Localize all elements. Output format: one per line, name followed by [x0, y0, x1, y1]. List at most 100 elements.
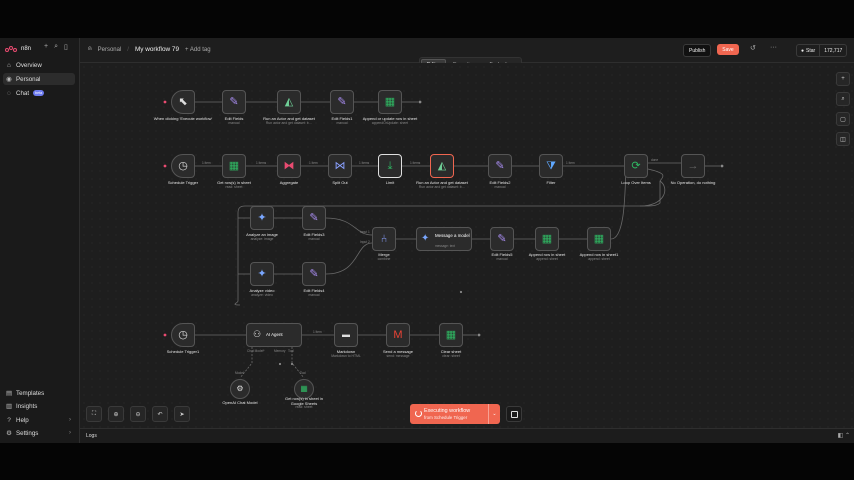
stop-execution-button[interactable]: [506, 406, 522, 422]
layout-icon[interactable]: ▯: [64, 43, 68, 51]
sidebar-item-personal[interactable]: ◉ Personal: [3, 73, 75, 85]
pencil-icon: ✎: [337, 95, 347, 108]
history-icon[interactable]: ↺: [750, 44, 756, 52]
loop-icon: ⟳: [631, 159, 641, 172]
node-append-row-sheet1[interactable]: ▦: [587, 227, 611, 251]
node-run-actor-1[interactable]: ◭: [277, 90, 301, 114]
node-append-row-top[interactable]: ▦: [378, 90, 402, 114]
chevron-up-icon[interactable]: ⌃: [845, 433, 850, 439]
fit-view-button[interactable]: ⛶: [86, 406, 102, 422]
breadcrumb-separator: /: [127, 46, 129, 53]
node-analyze-image[interactable]: ✦: [250, 206, 274, 230]
zoom-in-button[interactable]: ⊕: [108, 406, 124, 422]
node-ai-agent[interactable]: ⚇ AI Agent: [246, 323, 302, 347]
node-subtitle: manual: [308, 292, 320, 297]
node-markdown[interactable]: ▬: [334, 323, 358, 347]
node-merge[interactable]: ⑃: [372, 227, 396, 251]
cursor-icon: ➤: [179, 411, 185, 418]
port-dot: [418, 100, 422, 104]
sheets-icon: ▦: [228, 159, 240, 172]
execution-subtitle: from Schedule Trigger: [424, 415, 468, 420]
sidebar-item-overview[interactable]: ⌂ Overview: [3, 59, 75, 71]
help-icon: ?: [7, 416, 11, 424]
executing-workflow-button[interactable]: Executing workflow from Schedule Trigger…: [410, 404, 500, 424]
search-icon[interactable]: ⌕: [54, 43, 58, 51]
clock-icon: ◷: [178, 159, 188, 172]
stop-icon: [510, 410, 518, 418]
sidebar-item-label: Personal: [16, 75, 41, 83]
node-no-operation[interactable]: →: [681, 154, 705, 178]
node-title: Message a model: [435, 233, 470, 238]
node-loop-over-items[interactable]: ⟳: [624, 154, 648, 178]
workflow-canvas[interactable]: ⬉ When clicking 'Execute workflow' ✎ Edi…: [80, 63, 854, 428]
pencil-icon: ✎: [495, 159, 505, 172]
node-get-rows[interactable]: ▦: [222, 154, 246, 178]
sidebar-item-insights[interactable]: ▥ Insights: [3, 400, 75, 412]
node-label: Filter: [546, 180, 556, 185]
cursor-icon: ⬉: [178, 95, 188, 108]
agent-port-label: Chat Model*: [247, 349, 265, 353]
node-edit-fields4[interactable]: ✎: [302, 262, 326, 286]
node-analyze-video[interactable]: ✦: [250, 262, 274, 286]
node-limit[interactable]: ⤓: [378, 154, 402, 178]
node-filter[interactable]: ⧩: [539, 154, 563, 178]
more-options-icon[interactable]: ···: [770, 44, 777, 51]
node-label: Merge combine: [344, 252, 424, 262]
sidebar-item-chat[interactable]: ◌ Chat beta: [3, 87, 75, 99]
search-nodes-button[interactable]: ⌕: [836, 92, 850, 106]
brand-logo[interactable]: n8n: [5, 43, 31, 55]
logs-bar[interactable]: Logs ◧ ⌃: [80, 428, 854, 444]
node-edit-fields3[interactable]: ✎: [302, 206, 326, 230]
sidebar-item-settings[interactable]: ⚙ Settings ›: [3, 427, 75, 439]
github-star-button[interactable]: ● Star 172,717: [796, 44, 848, 57]
toggle-panel-button[interactable]: ◫: [836, 132, 850, 146]
arrow-icon: →: [687, 159, 699, 172]
publish-button[interactable]: Publish: [683, 44, 712, 57]
sidebar-item-templates[interactable]: ▤ Templates: [3, 387, 75, 399]
add-node-button[interactable]: +: [836, 72, 850, 86]
chevron-down-icon[interactable]: ⌄: [488, 404, 500, 424]
node-run-actor-2[interactable]: ◭: [430, 154, 454, 178]
merge-icon: ⑃: [380, 232, 388, 245]
add-tag-button[interactable]: + Add tag: [185, 47, 211, 53]
wire-label: done: [651, 158, 659, 162]
star-label: Star: [806, 47, 816, 54]
start-dot: [163, 333, 167, 337]
node-manual-trigger[interactable]: ⬉: [171, 90, 195, 114]
node-split-out[interactable]: ⋈: [328, 154, 352, 178]
node-append-row-sheet[interactable]: ▦: [535, 227, 559, 251]
node-send-message[interactable]: M: [386, 323, 410, 347]
select-mode-button[interactable]: ➤: [174, 406, 190, 422]
popout-icon[interactable]: ◧: [838, 433, 844, 439]
save-button[interactable]: Save: [717, 44, 739, 55]
node-edit-fields[interactable]: ✎: [222, 90, 246, 114]
breadcrumb-project[interactable]: Personal: [98, 47, 122, 53]
chevron-right-icon: ›: [69, 417, 71, 423]
sheets-icon: ▦: [541, 232, 553, 245]
node-edit-fields2[interactable]: ✎: [488, 154, 512, 178]
node-edit-fields1[interactable]: ✎: [330, 90, 354, 114]
node-label: Append or update row in sheet appendOrUpd…: [350, 116, 430, 126]
screen-letterbox-top: [0, 0, 854, 38]
logs-label: Logs: [86, 433, 97, 439]
workflow-name[interactable]: My workflow 79: [135, 46, 179, 53]
node-openai-model[interactable]: ⚙: [230, 379, 250, 399]
zoom-out-button[interactable]: ⊖: [130, 406, 146, 422]
sidebar-item-help[interactable]: ? Help ›: [3, 414, 75, 426]
node-clear-sheet[interactable]: ▦: [439, 323, 463, 347]
node-edit-fields5[interactable]: ✎: [490, 227, 514, 251]
node-aggregate[interactable]: ⧓: [277, 154, 301, 178]
node-subtitle: append: sheet: [588, 256, 610, 261]
node-message-model[interactable]: ✦ Message a model message: text: [416, 227, 472, 251]
node-schedule-trigger[interactable]: ◷: [171, 154, 195, 178]
plus-icon[interactable]: +: [44, 43, 48, 51]
spinner-icon: [415, 410, 422, 417]
sticky-note-button[interactable]: ▢: [836, 112, 850, 126]
chevron-right-icon: ›: [69, 430, 71, 436]
pencil-icon: ✎: [309, 211, 319, 224]
node-subtitle: appendOrUpdate: sheet: [371, 120, 409, 125]
node-schedule-trigger1[interactable]: ◷: [171, 323, 195, 347]
undo-button[interactable]: ↶: [152, 406, 168, 422]
apify-icon: ◭: [437, 159, 447, 172]
logs-toggle-icons[interactable]: ◧ ⌃: [838, 432, 850, 439]
